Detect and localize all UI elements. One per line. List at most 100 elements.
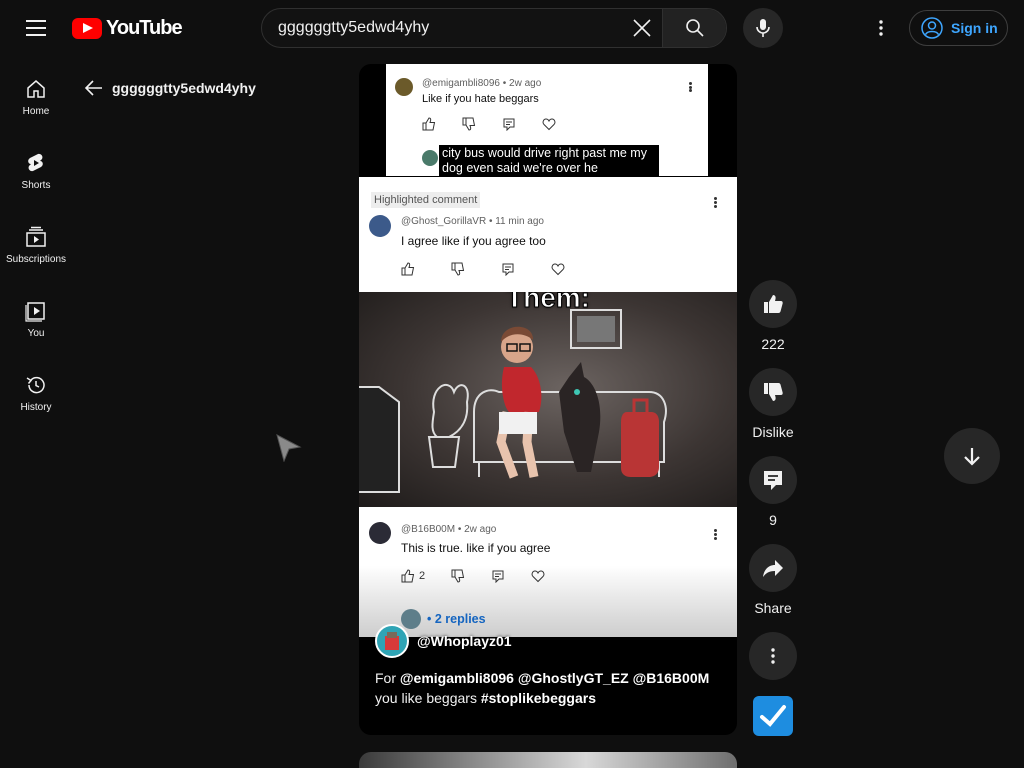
sidebar-item-label: You: [27, 328, 45, 339]
masthead: YouTube Sign in: [0, 0, 1024, 56]
search-query-title: ggggggtty5edwd4yhy: [112, 80, 256, 96]
heart-icon: [542, 118, 556, 131]
microphone-icon: [756, 19, 770, 37]
comment-handle: @B16B00M • 2w ago: [401, 524, 497, 535]
short-video-player[interactable]: @emigambli8096 • 2w ago Like if you hate…: [359, 64, 737, 735]
home-icon: [27, 80, 45, 98]
comment-handle: @Ghost_GorillaVR • 11 min ago: [401, 216, 544, 227]
like-icon: [401, 262, 415, 276]
avatar: [422, 150, 438, 166]
thumbs-down-icon: [764, 383, 783, 401]
search-button[interactable]: [662, 9, 726, 47]
next-video-button[interactable]: [944, 428, 1000, 484]
voice-search-button[interactable]: [743, 8, 783, 48]
sign-in-label: Sign in: [951, 20, 998, 36]
avatar: [369, 215, 391, 237]
reply-icon: [502, 263, 514, 276]
sidebar-item-label: Home: [22, 106, 50, 117]
comment-actions: [422, 117, 556, 131]
dislike-icon: [451, 262, 465, 276]
like-icon: [401, 569, 415, 583]
comment-actions: [401, 262, 565, 276]
comment-handle: @emigambli8096 • 2w ago: [422, 78, 542, 89]
highlighted-comment-tag: Highlighted comment: [371, 192, 481, 208]
highlighted-comment-card: Highlighted comment @Ghost_GorillaVR • 1…: [359, 177, 737, 292]
more-vert-icon: [771, 648, 775, 664]
mouse-cursor-icon: [276, 434, 302, 462]
channel-row: @Whoplayz01: [375, 624, 512, 658]
reply-icon: [503, 118, 515, 131]
description-middle: you like beggars: [375, 690, 481, 706]
subscriptions-icon: [26, 226, 46, 247]
mini-guide: Home Shorts Subscriptions You History: [0, 56, 72, 426]
cartoon-illustration: [359, 309, 667, 493]
sidebar-item-shorts[interactable]: Shorts: [0, 130, 72, 204]
dislike-icon: [451, 569, 465, 583]
heart-icon: [551, 263, 565, 276]
like-button[interactable]: [749, 280, 797, 328]
description-hashtag[interactable]: #stoplikebeggars: [481, 690, 596, 706]
heart-icon: [531, 570, 545, 583]
remix-sound-thumbnail[interactable]: [753, 696, 793, 736]
share-button[interactable]: [749, 544, 797, 592]
more-options-button[interactable]: [749, 632, 797, 680]
comments-action: 9: [749, 456, 797, 528]
comment-text: I agree like if you agree too: [401, 234, 546, 248]
sidebar-item-home[interactable]: Home: [0, 56, 72, 130]
search-box: [261, 8, 727, 48]
back-header: ggggggtty5edwd4yhy: [84, 78, 256, 98]
description-mentions[interactable]: @emigambli8096 @GhostlyGT_EZ @B16B00M: [400, 670, 709, 686]
menu-icon[interactable]: [16, 10, 56, 46]
checkmark-icon: [760, 705, 786, 727]
comment-like-count: 2: [419, 570, 426, 582]
comment-menu-icon: [688, 82, 692, 92]
video-description: For @emigambli8096 @GhostlyGT_EZ @B16B00…: [375, 668, 725, 708]
more-action: [749, 632, 797, 680]
youtube-play-icon: [72, 18, 102, 39]
avatar: [395, 78, 413, 96]
description-prefix: For: [375, 670, 400, 686]
video-frame-scene: Them:: [359, 292, 737, 507]
like-action: 222: [749, 280, 797, 352]
sign-in-button[interactable]: Sign in: [909, 10, 1008, 46]
logo-text: YouTube: [106, 17, 183, 39]
shorts-icon: [28, 153, 43, 172]
next-short-preview[interactable]: [359, 752, 737, 768]
you-icon: [25, 302, 45, 322]
search-input[interactable]: [262, 9, 622, 47]
comments-button[interactable]: [749, 456, 797, 504]
channel-name[interactable]: @Whoplayz01: [417, 633, 512, 649]
thumbs-up-icon: [764, 295, 783, 313]
account-icon: [921, 17, 943, 39]
back-arrow-icon[interactable]: [84, 78, 104, 98]
avatar: [369, 522, 391, 544]
like-count: 222: [761, 336, 785, 352]
youtube-logo[interactable]: YouTube: [72, 17, 183, 40]
sidebar-item-subscriptions[interactable]: Subscriptions: [0, 204, 72, 278]
dislike-label: Dislike: [752, 424, 794, 440]
share-icon: [763, 560, 783, 577]
clear-search-icon[interactable]: [622, 9, 662, 47]
sidebar-item-you[interactable]: You: [0, 278, 72, 352]
comment-icon: [764, 471, 782, 490]
comment-menu-icon: [713, 197, 717, 208]
like-icon: [422, 117, 436, 131]
reply-icon: [492, 570, 504, 583]
settings-menu-icon[interactable]: [866, 12, 896, 44]
comment-text: This is true. like if you agree: [401, 541, 551, 555]
sidebar-item-history[interactable]: History: [0, 352, 72, 426]
arrow-down-icon: [964, 448, 980, 466]
comment-text: Like if you hate beggars: [422, 93, 539, 105]
share-label: Share: [754, 600, 792, 616]
sidebar-item-label: Shorts: [21, 180, 51, 191]
sidebar-item-label: Subscriptions: [5, 254, 67, 265]
history-icon: [26, 376, 45, 394]
dislike-icon: [462, 117, 476, 131]
video-caption: city bus would drive right past me my do…: [439, 145, 659, 177]
dislike-button[interactable]: [749, 368, 797, 416]
channel-avatar[interactable]: [375, 624, 409, 658]
comment-menu-icon: [713, 529, 717, 540]
dislike-action: Dislike: [749, 368, 797, 440]
comment-actions: 2: [401, 569, 545, 583]
comment-card-bottom: @B16B00M • 2w ago This is true. like if …: [359, 507, 737, 637]
